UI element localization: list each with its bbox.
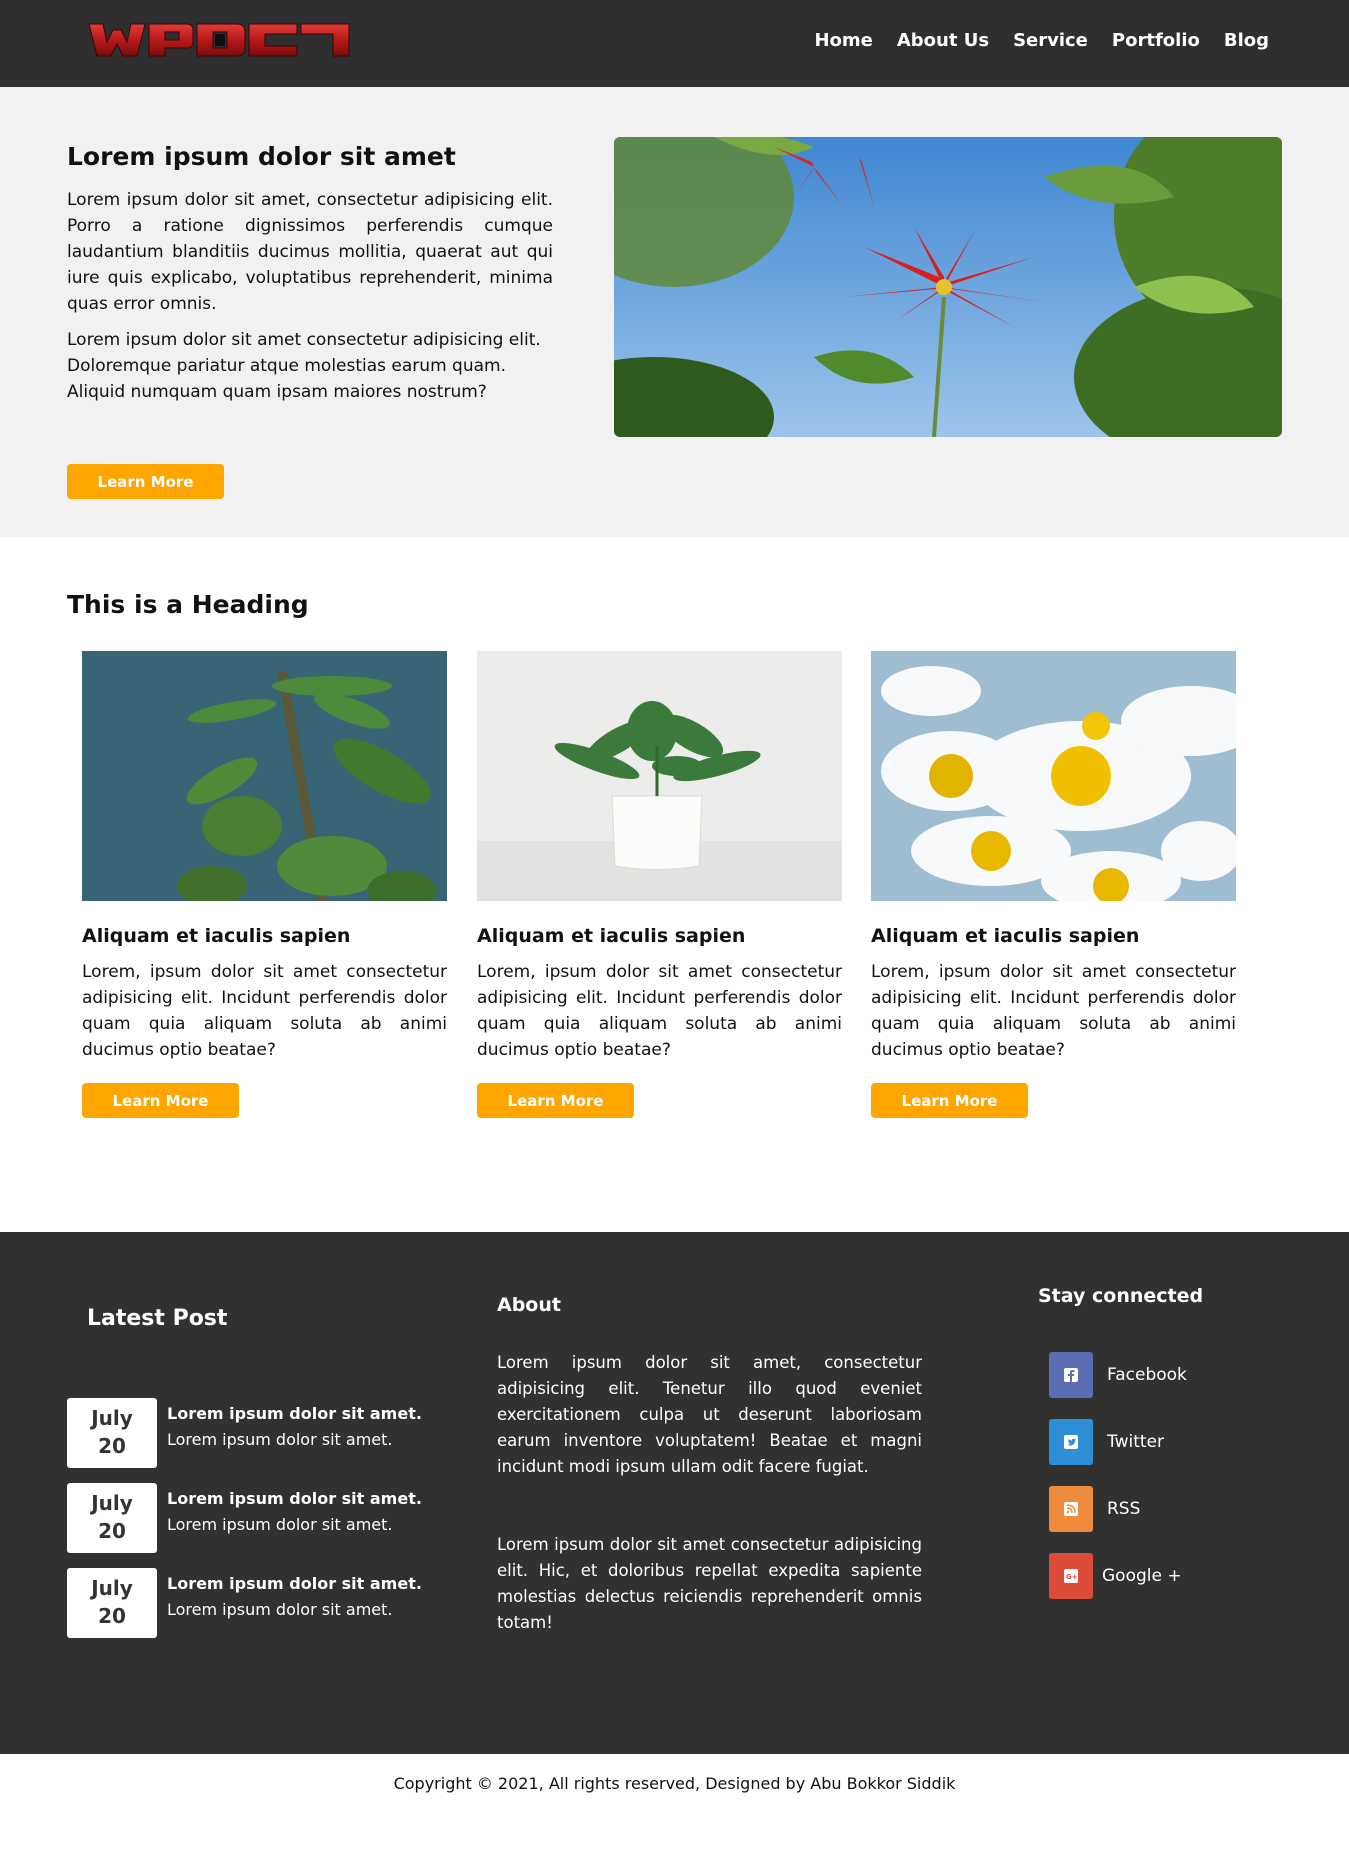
post-excerpt: Lorem ipsum dolor sit amet. [167, 1515, 393, 1534]
social-link-facebook[interactable]: Facebook [1049, 1352, 1187, 1398]
about-title: About [497, 1294, 561, 1316]
nav-service[interactable]: Service [1013, 30, 1088, 51]
svg-text:G+: G+ [1066, 1573, 1078, 1581]
post-excerpt: Lorem ipsum dolor sit amet. [167, 1600, 393, 1619]
social-label: RSS [1107, 1499, 1141, 1519]
nav-about-us[interactable]: About Us [897, 30, 989, 51]
nav-blog[interactable]: Blog [1224, 30, 1269, 51]
card-learn-more-button[interactable]: Learn More [871, 1083, 1028, 1118]
twitter-icon [1049, 1419, 1093, 1465]
card-image-succulent [82, 651, 447, 911]
social-label: Facebook [1107, 1365, 1187, 1385]
copyright-text: Copyright © 2021, All rights reserved, D… [393, 1774, 956, 1793]
social-link-twitter[interactable]: Twitter [1049, 1419, 1164, 1465]
card-text: Lorem, ipsum dolor sit amet consectetur … [871, 962, 1236, 1060]
social-link-rss[interactable]: RSS [1049, 1486, 1140, 1532]
social-link-google-plus[interactable]: G+ Google + [1049, 1553, 1182, 1599]
post-date: July 20 [67, 1398, 157, 1468]
card-learn-more-button[interactable]: Learn More [82, 1083, 239, 1118]
post-date: July 20 [67, 1483, 157, 1553]
nav-portfolio[interactable]: Portfolio [1112, 30, 1200, 51]
post-title[interactable]: Lorem ipsum dolor sit amet. [167, 1489, 422, 1508]
site-logo[interactable] [87, 20, 353, 60]
card-title: Aliquam et iaculis sapien [82, 925, 351, 947]
hero-paragraph: Lorem ipsum dolor sit amet consectetur a… [67, 330, 541, 402]
hero-flower-image [614, 137, 1282, 437]
social-label: Twitter [1107, 1432, 1164, 1452]
latest-post-item[interactable]: July 20 Lorem ipsum dolor sit amet. Lore… [67, 1398, 427, 1468]
copyright: Copyright © 2021, All rights reserved, D… [0, 1754, 1349, 1850]
site-footer: Latest Post July 20 Lorem ipsum dolor si… [0, 1232, 1349, 1754]
hero-paragraph: Lorem ipsum dolor sit amet, consectetur … [67, 190, 553, 314]
card-text: Lorem, ipsum dolor sit amet consectetur … [477, 962, 842, 1060]
card-image-potted-plant [477, 651, 842, 901]
post-month: July [91, 1406, 133, 1430]
site-header: Home About Us Service Portfolio Blog [0, 0, 1349, 87]
google-plus-icon: G+ [1049, 1553, 1093, 1599]
latest-post-item[interactable]: July 20 Lorem ipsum dolor sit amet. Lore… [67, 1483, 427, 1553]
post-day: 20 [98, 1519, 126, 1543]
post-day: 20 [98, 1434, 126, 1458]
main-nav: Home About Us Service Portfolio Blog [814, 30, 1269, 51]
post-title[interactable]: Lorem ipsum dolor sit amet. [167, 1574, 422, 1593]
card-title: Aliquam et iaculis sapien [477, 925, 746, 947]
card-title: Aliquam et iaculis sapien [871, 925, 1140, 947]
rss-icon [1049, 1486, 1093, 1532]
post-title[interactable]: Lorem ipsum dolor sit amet. [167, 1404, 422, 1423]
hero-learn-more-button[interactable]: Learn More [67, 464, 224, 499]
about-paragraph: Lorem ipsum dolor sit amet, consectetur … [497, 1353, 922, 1476]
latest-post-item[interactable]: July 20 Lorem ipsum dolor sit amet. Lore… [67, 1568, 427, 1638]
post-date: July 20 [67, 1568, 157, 1638]
post-day: 20 [98, 1604, 126, 1628]
nav-home[interactable]: Home [814, 30, 872, 51]
card-learn-more-button[interactable]: Learn More [477, 1083, 634, 1118]
post-month: July [91, 1576, 133, 1600]
hero-title: Lorem ipsum dolor sit amet [67, 142, 456, 171]
social-label: Google + [1102, 1566, 1182, 1586]
hero-section: Lorem ipsum dolor sit amet Lorem ipsum d… [0, 87, 1349, 537]
latest-post-title: Latest Post [87, 1306, 228, 1331]
card-text: Lorem, ipsum dolor sit amet consectetur … [82, 962, 447, 1060]
stay-connected-title: Stay connected [1038, 1285, 1204, 1307]
section-heading: This is a Heading [67, 590, 309, 619]
post-excerpt: Lorem ipsum dolor sit amet. [167, 1430, 393, 1449]
card: Aliquam et iaculis sapien Lorem, ipsum d… [871, 651, 1261, 1118]
card: Aliquam et iaculis sapien Lorem, ipsum d… [477, 651, 842, 1118]
about-paragraph: Lorem ipsum dolor sit amet consectetur a… [497, 1535, 922, 1632]
card: Aliquam et iaculis sapien Lorem, ipsum d… [82, 651, 447, 1118]
facebook-icon [1049, 1352, 1093, 1398]
post-month: July [91, 1491, 133, 1515]
card-image-daisies [871, 651, 1261, 911]
